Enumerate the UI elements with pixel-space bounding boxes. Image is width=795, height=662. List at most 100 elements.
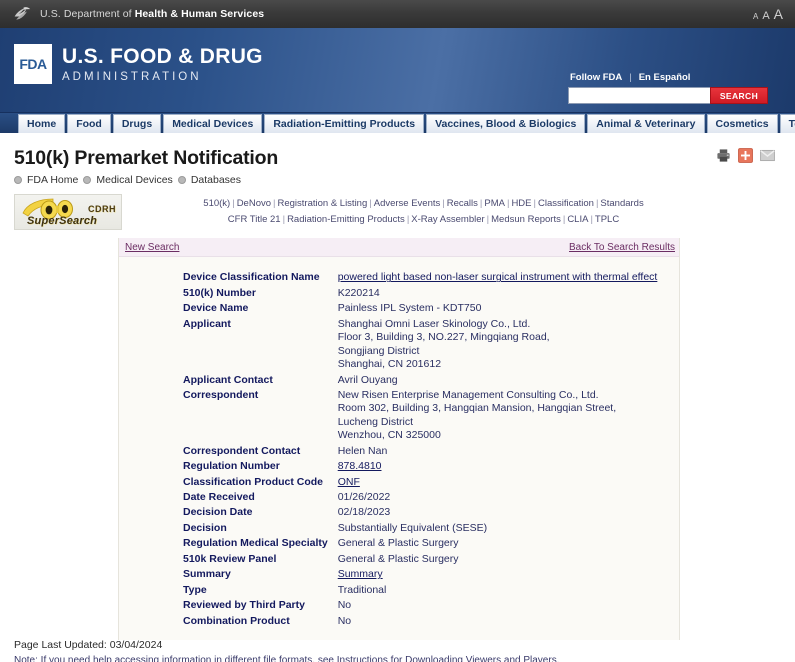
db-link-tplc[interactable]: TPLC: [595, 214, 619, 225]
db-link-cfr-title-21[interactable]: CFR Title 21: [228, 214, 281, 225]
row-label: Applicant Contact: [183, 373, 273, 386]
banner-links: Follow FDA | En Español: [568, 72, 768, 83]
back-to-search-results-link[interactable]: Back To Search Results: [569, 242, 675, 253]
record-details-table: Device Classification Name powered light…: [183, 271, 657, 630]
db-link-standards[interactable]: Standards: [600, 198, 643, 209]
breadcrumb-item-fda-home[interactable]: FDA Home: [27, 174, 78, 186]
footer-note: Note: If you need help accessing informa…: [14, 655, 560, 662]
breadcrumb-item-databases[interactable]: Databases: [191, 174, 241, 186]
row-value: No: [337, 599, 352, 612]
db-link-xray-assembler[interactable]: X-Ray Assembler: [411, 214, 484, 225]
fda-subtitle: ADMINISTRATION: [62, 71, 202, 84]
row-value: ONF: [338, 476, 658, 491]
db-link-registration-listing[interactable]: Registration & Listing: [277, 198, 367, 209]
follow-fda-link[interactable]: Follow FDA: [570, 72, 622, 83]
new-search-link[interactable]: New Search: [125, 242, 179, 253]
row-value: 02/18/2023: [337, 506, 391, 519]
nav-tab-medical-devices[interactable]: Medical Devices: [163, 114, 263, 133]
table-row: 510(k) Number K220214: [183, 287, 657, 302]
breadcrumb-bullet-icon: [177, 176, 186, 185]
nav-tab-vaccines-blood-biologics[interactable]: Vaccines, Blood & Biologics: [426, 114, 586, 133]
row-label: Date Received: [183, 491, 255, 503]
nav-tab-cosmetics[interactable]: Cosmetics: [706, 114, 778, 133]
font-size-small-button[interactable]: A: [753, 12, 758, 21]
nav-tab-animal-veterinary[interactable]: Animal & Veterinary: [587, 114, 705, 133]
row-value: Painless IPL System - KDT750: [337, 302, 482, 315]
hhs-top-bar: U.S. Department of Health & Human Servic…: [0, 0, 795, 28]
db-link-radiation-emitting-products[interactable]: Radiation-Emitting Products: [287, 214, 405, 225]
nav-tab-radiation-emitting-products[interactable]: Radiation-Emitting Products: [264, 114, 425, 133]
en-espanol-link[interactable]: En Español: [639, 72, 691, 83]
db-link-classification[interactable]: Classification: [538, 198, 594, 209]
db-link-510k[interactable]: 510(k): [203, 198, 230, 209]
table-row: Regulation Medical Specialty General & P…: [183, 537, 657, 552]
banner-utility-area: Follow FDA | En Español SEARCH: [568, 72, 768, 104]
nav-tab-food[interactable]: Food: [67, 114, 111, 133]
page-last-updated: Page Last Updated: 03/04/2024: [14, 639, 163, 652]
correspondent-line-1: New Risen Enterprise Management Consulti…: [337, 388, 599, 401]
site-search-input[interactable]: [568, 87, 710, 104]
database-links-row1: 510(k) | DeNovo | Registration & Listing | Adv…: [122, 196, 725, 212]
main-navigation: Home Food Drugs Medical Devices Radiatio…: [0, 113, 795, 136]
row-value: Summary: [338, 568, 658, 583]
db-link-denovo[interactable]: DeNovo: [237, 198, 271, 209]
db-link-recalls[interactable]: Recalls: [447, 198, 478, 209]
table-row: Device Name Painless IPL System - KDT750: [183, 302, 657, 317]
applicant-line-4: Shanghai, CN 201612: [337, 358, 442, 371]
font-size-large-button[interactable]: A: [774, 6, 783, 22]
db-link-adverse-events[interactable]: Adverse Events: [374, 198, 441, 209]
row-value: 878.4810: [338, 460, 658, 475]
hhs-branding[interactable]: U.S. Department of Health & Human Servic…: [12, 5, 264, 23]
hhs-eagle-logo: [14, 7, 31, 20]
row-label: Classification Product Code: [183, 475, 324, 488]
db-link-medsun-reports[interactable]: Medsun Reports: [491, 214, 561, 225]
row-value: 01/26/2022: [337, 491, 391, 503]
supersearch-logo-line2: SuperSearch: [27, 215, 98, 228]
share-icon[interactable]: [738, 148, 753, 163]
table-row: Correspondent Contact Helen Nan: [183, 445, 657, 460]
device-classification-name-link[interactable]: powered light based non-laser surgical i…: [338, 271, 658, 283]
row-value: Avril Ouyang: [337, 373, 398, 386]
applicant-line-2: Floor 3, Building 3, NO.227, Mingqiang R…: [337, 331, 550, 344]
row-value: Traditional: [337, 583, 387, 596]
table-row: Combination Product No: [183, 615, 657, 630]
supersearch-row: CDRH SuperSearch 510(k) | DeNovo | Registrat…: [0, 186, 795, 234]
email-icon[interactable]: [760, 148, 775, 163]
row-value: No: [337, 614, 352, 627]
db-link-clia[interactable]: CLIA: [567, 214, 588, 225]
nav-tab-drugs[interactable]: Drugs: [112, 114, 162, 133]
table-row: Date Received 01/26/2022: [183, 491, 657, 506]
row-label: Correspondent: [183, 388, 259, 401]
print-icon[interactable]: [716, 148, 731, 163]
db-link-hde[interactable]: HDE: [511, 198, 531, 209]
row-label: Applicant: [183, 317, 231, 330]
summary-link[interactable]: Summary: [338, 568, 383, 580]
table-row: Device Classification Name powered light…: [183, 271, 657, 286]
nav-tab-home[interactable]: Home: [18, 114, 66, 133]
fda-banner: FDA U.S. FOOD & DRUG ADMINISTRATION Foll…: [0, 28, 795, 113]
database-links-row2: CFR Title 21 | Radiation-Emitting Products…: [122, 212, 725, 228]
row-value: Substantially Equivalent (SESE): [337, 521, 488, 534]
font-size-controls[interactable]: A A A: [753, 6, 783, 22]
panel-toolbar: New Search Back To Search Results: [119, 238, 679, 258]
page-action-icons: [716, 148, 775, 163]
site-search-form: SEARCH: [568, 87, 768, 104]
regulation-number-link[interactable]: 878.4810: [338, 460, 382, 472]
fda-title: U.S. FOOD & DRUG: [62, 45, 263, 68]
breadcrumb-bullet-icon: [14, 176, 22, 185]
correspondent-line-3: Lucheng District: [337, 415, 413, 428]
product-code-link[interactable]: ONF: [338, 476, 360, 488]
row-label: Type: [183, 583, 207, 596]
db-link-pma[interactable]: PMA: [484, 198, 505, 209]
nav-tab-tobacco-products[interactable]: Tobacco Products: [779, 114, 795, 133]
table-row: Applicant Shanghai Omni Laser Skinology …: [183, 318, 657, 374]
cdrh-supersearch-logo[interactable]: CDRH SuperSearch: [14, 194, 122, 231]
fda-logo-link[interactable]: FDA U.S. FOOD & DRUG ADMINISTRATION: [14, 44, 263, 84]
row-value: K220214: [337, 286, 380, 299]
breadcrumb: FDA Home Medical Devices Databases: [14, 174, 795, 186]
breadcrumb-item-medical-devices[interactable]: Medical Devices: [96, 174, 172, 186]
correspondent-line-2: Room 302, Building 3, Hangqian Mansion, …: [337, 402, 617, 415]
table-row: Applicant Contact Avril Ouyang: [183, 374, 657, 389]
site-search-button[interactable]: SEARCH: [710, 87, 768, 104]
font-size-medium-button[interactable]: A: [762, 10, 769, 22]
